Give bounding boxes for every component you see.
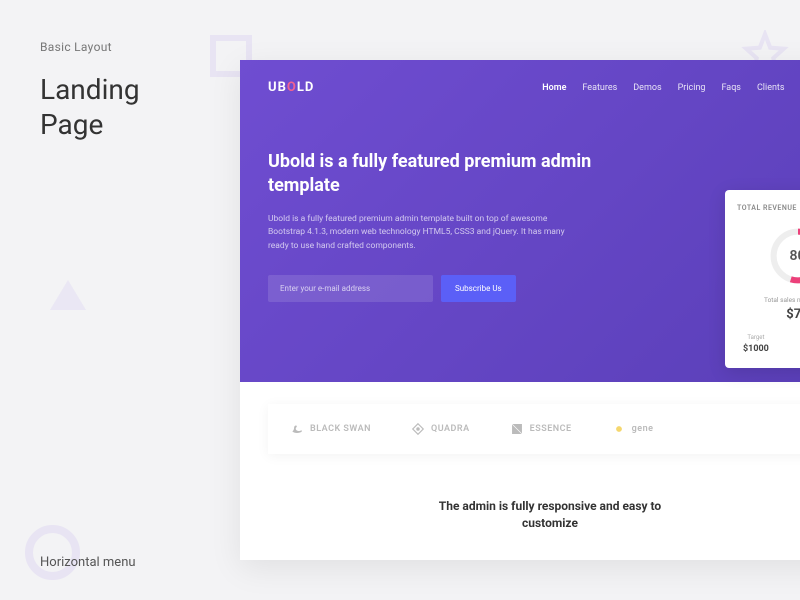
subscribe-button[interactable]: Subscribe Us [441,275,516,302]
square-icon [510,422,524,436]
top-nav: UBOLD Home Features Demos Pricing Faqs C… [268,80,800,95]
target-label: Target [743,334,769,341]
hero-section: UBOLD Home Features Demos Pricing Faqs C… [240,60,800,382]
donut-value: 80 [790,248,800,264]
nav-pricing[interactable]: Pricing [678,83,706,93]
email-input[interactable] [268,275,433,302]
nav-clients[interactable]: Clients [757,83,785,93]
revenue-card: TOTAL REVENUE 80 Total sales made today … [725,190,800,368]
template-preview: UBOLD Home Features Demos Pricing Faqs C… [240,60,800,560]
nav-demos[interactable]: Demos [633,83,661,93]
target-value: $1000 [743,344,769,354]
brand-quadra: QUADRA [411,422,470,436]
brand-essence: ESSENCE [510,422,572,436]
logo[interactable]: UBOLD [268,80,314,95]
footer-label: Horizontal menu [40,555,136,570]
diamond-icon [411,422,425,436]
bg-circle-shape [25,525,80,580]
hero-title: Ubold is a fully featured premium admin … [268,150,598,199]
donut-chart: 80 [737,224,800,288]
card-price: $75 [737,307,800,322]
brand-blackswan: BLACK SWAN [290,422,371,436]
category-label: Basic Layout [40,40,112,54]
swan-icon [290,422,304,436]
brand-strip: BLACK SWAN QUADRA ESSENCE gene [268,404,800,454]
subscribe-form: Subscribe Us [268,275,598,302]
page-title: LandingPage [40,72,140,142]
card-stats: Target$1000 Last week$523 [737,334,800,354]
brand-gene: gene [612,422,654,436]
nav-features[interactable]: Features [582,83,617,93]
hero-content: Ubold is a fully featured premium admin … [268,150,598,302]
hero-description: Ubold is a fully featured premium admin … [268,213,578,254]
nav-faqs[interactable]: Faqs [721,83,740,93]
card-title: TOTAL REVENUE [737,204,800,212]
burst-icon [612,422,626,436]
section-heading: The admin is fully responsive and easy t… [410,498,690,532]
nav-home[interactable]: Home [542,83,566,93]
bg-triangle-shape [50,280,86,310]
card-subtitle: Total sales made today [737,296,800,304]
nav-links: Home Features Demos Pricing Faqs Clients… [542,83,800,93]
